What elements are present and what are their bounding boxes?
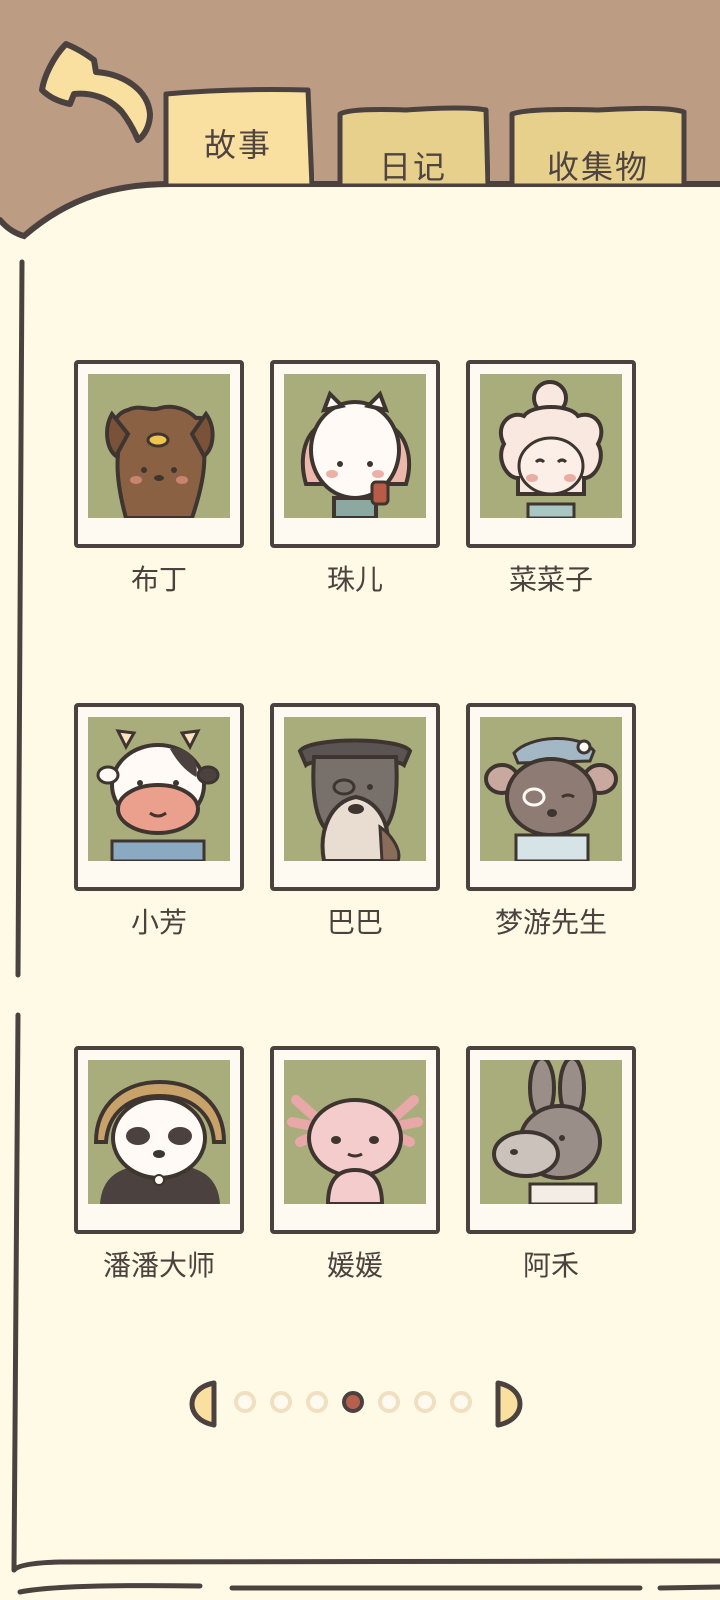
page-dot-6[interactable] <box>414 1391 436 1413</box>
polaroid-frame <box>270 703 440 891</box>
cat-icon <box>284 374 426 518</box>
chevron-left-icon <box>189 1380 217 1428</box>
dog-icon <box>88 374 230 518</box>
page-dot-3[interactable] <box>306 1391 328 1413</box>
panda-icon <box>88 1060 230 1204</box>
polaroid-frame <box>466 360 636 548</box>
page-dot-1[interactable] <box>234 1391 256 1413</box>
polaroid-frame <box>74 360 244 548</box>
sheep-icon <box>480 374 622 518</box>
tab-story-label: 故事 <box>203 126 272 164</box>
donkey-icon <box>480 1060 622 1204</box>
character-name: 布丁 <box>130 563 187 596</box>
character-name: 阿禾 <box>522 1249 579 1282</box>
next-page-button[interactable] <box>492 1380 524 1428</box>
page-dot-4[interactable] <box>342 1391 364 1413</box>
tab-diary-label: 日记 <box>378 148 447 186</box>
polaroid-frame <box>74 703 244 891</box>
polaroid-frame <box>270 360 440 548</box>
character-name: 小芳 <box>130 906 187 939</box>
polaroid-frame <box>466 703 636 891</box>
character-name: 菜菜子 <box>508 563 593 596</box>
character-name: 巴巴 <box>326 906 383 939</box>
polaroid-frame <box>74 1046 244 1234</box>
prev-page-button[interactable] <box>188 1380 220 1428</box>
tab-diary[interactable]: 日记 <box>336 104 490 186</box>
axolotl-icon <box>284 1060 426 1204</box>
mouse-icon <box>480 717 622 861</box>
page-dot-5[interactable] <box>378 1391 400 1413</box>
cow-icon <box>88 717 230 861</box>
tab-collection[interactable]: 收集物 <box>508 104 688 186</box>
back-arrow-icon <box>39 41 153 143</box>
chevron-right-icon <box>495 1380 523 1428</box>
back-button[interactable] <box>36 38 156 150</box>
character-name: 媛媛 <box>326 1249 383 1282</box>
character-name: 潘潘大师 <box>102 1249 215 1282</box>
character-name: 珠儿 <box>326 563 383 596</box>
character-name: 梦游先生 <box>494 906 607 939</box>
polaroid-frame <box>466 1046 636 1234</box>
page-dot-2[interactable] <box>270 1391 292 1413</box>
schnauzer-icon <box>284 717 426 861</box>
page-dot-7[interactable] <box>450 1391 472 1413</box>
pagination <box>188 1380 528 1430</box>
tab-collection-label: 收集物 <box>546 148 649 186</box>
polaroid-frame <box>270 1046 440 1234</box>
tab-story[interactable]: 故事 <box>162 86 314 186</box>
